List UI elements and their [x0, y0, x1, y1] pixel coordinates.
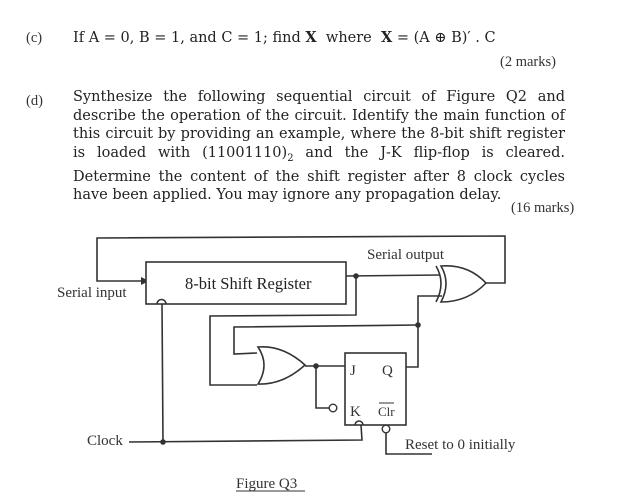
figure-caption: Figure Q3	[236, 476, 297, 492]
ff-k-label: K	[350, 404, 361, 420]
k-inverter-bubble	[328, 403, 338, 413]
reset-label: Reset to 0 initially	[405, 437, 516, 453]
serial-input-label: Serial input	[57, 285, 127, 301]
ff-clr-label: Clr	[378, 404, 395, 419]
serial-output-label: Serial output	[367, 247, 445, 263]
ff-q-label: Q	[382, 363, 393, 379]
xor-gate	[439, 265, 488, 303]
shift-register-label: 8-bit Shift Register	[185, 274, 312, 293]
clock-label: Clock	[87, 433, 123, 449]
clr-inverter-bubble	[381, 424, 391, 434]
or-gate	[256, 346, 307, 385]
clock-junction	[160, 439, 166, 445]
ff-j-label: J	[350, 363, 356, 379]
circuit-diagram: 8-bit Shift Register Serial input Serial…	[57, 235, 516, 492]
